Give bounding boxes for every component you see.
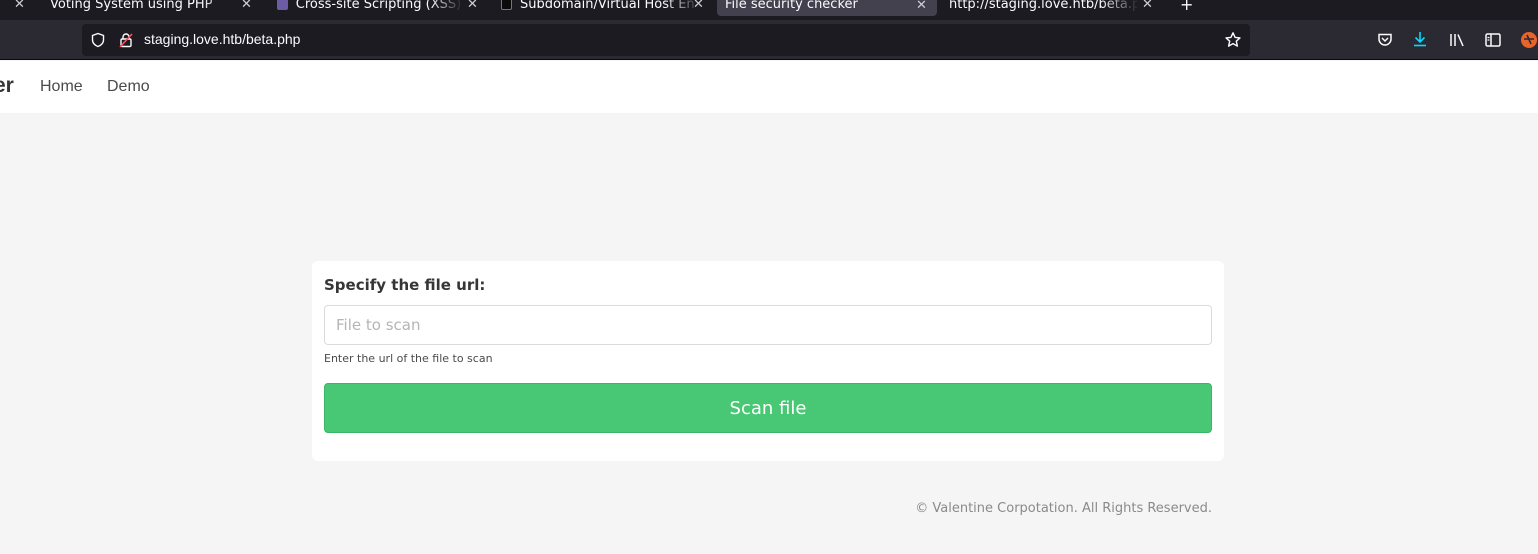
close-icon[interactable]: ✕ bbox=[916, 0, 927, 13]
url-bar[interactable]: staging.love.htb/beta.php bbox=[82, 24, 1250, 56]
navigation-toolbar: staging.love.htb/beta.php bbox=[0, 20, 1538, 60]
tab-title: Subdomain/Virtual Host En bbox=[520, 0, 695, 12]
nav-link-home[interactable]: Home bbox=[40, 78, 83, 96]
pocket-icon[interactable] bbox=[1376, 31, 1394, 49]
close-icon[interactable]: ✕ bbox=[1142, 0, 1153, 16]
file-url-help-text: Enter the url of the file to scan bbox=[324, 352, 493, 365]
nav-link-demo[interactable]: Demo bbox=[107, 78, 150, 96]
site-favicon-icon bbox=[277, 0, 288, 10]
footer-copyright: © Valentine Corpotation. All Rights Rese… bbox=[915, 501, 1212, 516]
tab-close-button[interactable]: ✕ bbox=[14, 0, 25, 16]
tab-title: Voting System using PHP bbox=[50, 0, 213, 12]
sidebar-icon[interactable] bbox=[1484, 31, 1502, 49]
lock-warning-icon[interactable] bbox=[118, 32, 134, 48]
url-text[interactable]: staging.love.htb/beta.php bbox=[144, 31, 300, 47]
scan-file-button[interactable]: Scan file bbox=[324, 383, 1212, 433]
extension-icon[interactable] bbox=[1519, 30, 1538, 49]
site-brand[interactable]: er bbox=[0, 74, 14, 98]
download-icon[interactable] bbox=[1411, 30, 1429, 48]
star-icon[interactable] bbox=[1224, 31, 1242, 49]
file-url-input[interactable] bbox=[324, 305, 1212, 345]
tab-strip: ✕ Voting System using PHP ✕ Cross-site S… bbox=[0, 0, 1538, 20]
site-navbar: er Home Demo bbox=[0, 61, 1538, 113]
close-icon[interactable]: ✕ bbox=[693, 0, 704, 16]
scan-form-card: Specify the file url: Enter the url of t… bbox=[312, 261, 1224, 461]
tab-staging[interactable]: http://staging.love.htb/beta.ph bbox=[949, 0, 1139, 16]
tab-title: Cross-site Scripting (XSS) in bbox=[295, 0, 463, 12]
site-favicon-icon bbox=[501, 0, 513, 10]
close-icon[interactable]: ✕ bbox=[241, 0, 252, 16]
close-icon[interactable]: ✕ bbox=[467, 0, 478, 16]
new-tab-button[interactable]: + bbox=[1180, 0, 1193, 16]
file-url-label: Specify the file url: bbox=[324, 276, 486, 294]
tab-xss[interactable]: Cross-site Scripting (XSS) in bbox=[277, 0, 463, 16]
tab-file-security-checker[interactable]: File security checker ✕ bbox=[717, 0, 937, 16]
page-viewport: er Home Demo Specify the file url: Enter… bbox=[0, 61, 1538, 554]
shield-icon[interactable] bbox=[90, 32, 106, 48]
library-icon[interactable] bbox=[1448, 31, 1466, 49]
tab-title: http://staging.love.htb/beta.ph bbox=[949, 0, 1139, 12]
tab-voting-system[interactable]: Voting System using PHP bbox=[50, 0, 240, 16]
tab-title: File security checker bbox=[725, 0, 858, 12]
tab-subdomain[interactable]: Subdomain/Virtual Host En bbox=[501, 0, 701, 16]
